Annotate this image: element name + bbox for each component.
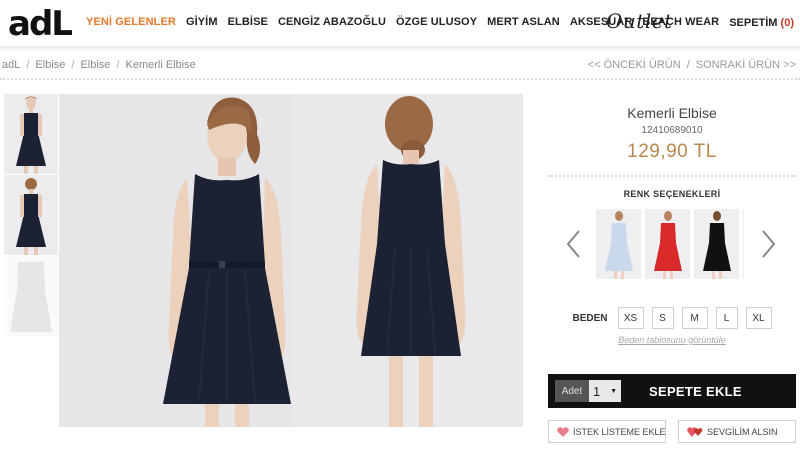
caret-down-icon: ▼ — [610, 387, 617, 395]
dress-back-image — [4, 175, 58, 255]
nav-item-yeni-gelenler[interactable]: YENİ GELENLER — [86, 16, 176, 28]
product-image-back[interactable] — [291, 94, 523, 427]
size-option-xl[interactable]: XL — [745, 307, 772, 329]
buy-bar: Adet 1 ▼ SEPETE EKLE — [548, 374, 796, 408]
color-swatch-black[interactable] — [694, 209, 739, 279]
color-carousel — [548, 209, 796, 279]
product-price: 129,90 TL — [627, 141, 717, 162]
site-logo[interactable]: adL — [8, 4, 73, 44]
cart-link[interactable]: SEPETİM (0) — [729, 17, 794, 29]
product-image-front[interactable] — [59, 94, 291, 427]
size-option-s[interactable]: S — [651, 307, 674, 329]
thumbnail-front[interactable] — [4, 94, 58, 174]
size-option-m[interactable]: M — [681, 307, 708, 329]
next-product-link[interactable]: SONRAKİ ÜRÜN >> — [696, 59, 796, 71]
model-back-image — [291, 94, 523, 427]
cart-count: (0) — [780, 17, 794, 29]
chevron-left-icon[interactable] — [564, 229, 584, 259]
quantity-select[interactable]: 1 ▼ — [589, 380, 621, 402]
thumbnail-detail[interactable] — [4, 256, 58, 336]
add-to-cart-button[interactable]: SEPETE EKLE — [649, 384, 742, 399]
heart-icon — [557, 426, 569, 437]
size-option-l[interactable]: L — [715, 307, 738, 329]
product-code: 12410689010 — [641, 125, 703, 136]
dress-front-image — [4, 94, 58, 174]
nav-item-elbise[interactable]: ELBİSE — [228, 16, 268, 28]
dress-detail-image — [4, 256, 58, 336]
double-heart-icon — [687, 426, 703, 437]
gift-label: SEVGİLİM ALSIN — [707, 426, 778, 437]
model-front-image — [59, 94, 291, 427]
thumbnail-back[interactable] — [4, 175, 58, 255]
chevron-right-icon[interactable] — [758, 229, 778, 259]
breadcrumb-item-current: Kemerli Elbise — [125, 59, 196, 71]
thumbnail-list — [4, 94, 58, 337]
product-pager: << ÖNCEKİ ÜRÜN / SONRAKİ ÜRÜN >> — [588, 59, 796, 71]
quantity-value: 1 — [593, 383, 601, 399]
nav-item-giyim[interactable]: GİYİM — [186, 16, 218, 28]
site-header: adL YENİ GELENLER GİYİM ELBİSE CENGİZ AB… — [0, 0, 800, 48]
nav-item-cengiz-abazoglu[interactable]: CENGİZ ABAZOĞLU — [278, 16, 386, 28]
breadcrumb-separator: / — [71, 59, 75, 71]
gift-button[interactable]: SEVGİLİM ALSIN — [678, 420, 796, 443]
nav-item-mert-aslan[interactable]: MERT ASLAN — [487, 16, 560, 28]
breadcrumb-item-elbise[interactable]: Elbise — [35, 59, 65, 71]
color-swatch-list — [596, 209, 744, 279]
breadcrumb: adL / Elbise / Elbise / Kemerli Elbise — [2, 59, 196, 71]
color-swatch-partial[interactable] — [743, 209, 744, 279]
nav-item-outlet[interactable]: Outlet — [606, 9, 673, 33]
add-to-wishlist-button[interactable]: İSTEK LİSTEME EKLE — [548, 420, 666, 443]
header-shadow — [0, 46, 800, 52]
breadcrumb-item-elbise-sub[interactable]: Elbise — [80, 59, 110, 71]
quantity-label: Adet — [555, 380, 589, 402]
cart-label: SEPETİM — [729, 17, 778, 29]
nav-item-ozge-ulusoy[interactable]: ÖZGE ULUSOY — [396, 16, 477, 28]
secondary-actions: İSTEK LİSTEME EKLE SEVGİLİM ALSIN — [548, 420, 796, 443]
breadcrumb-separator: / — [116, 59, 120, 71]
size-selector: BEDEN XS S M L XL — [548, 307, 796, 329]
size-label: BEDEN — [572, 312, 608, 324]
size-option-xs[interactable]: XS — [617, 307, 644, 329]
breadcrumb-separator: / — [26, 59, 30, 71]
color-options-title: RENK SEÇENEKLERİ — [623, 189, 721, 199]
breadcrumb-item-home[interactable]: adL — [2, 59, 20, 71]
color-swatch-light-blue[interactable] — [596, 209, 641, 279]
divider — [548, 175, 796, 177]
wishlist-label: İSTEK LİSTEME EKLE — [573, 426, 666, 437]
pager-separator: / — [686, 59, 690, 71]
size-chart-link[interactable]: Beden tablosunu görüntüle — [548, 335, 796, 345]
divider — [0, 78, 800, 80]
prev-product-link[interactable]: << ÖNCEKİ ÜRÜN — [588, 59, 681, 71]
color-swatch-red[interactable] — [645, 209, 690, 279]
product-info-panel: Kemerli Elbise 12410689010 129,90 TL REN… — [548, 94, 796, 443]
product-title: Kemerli Elbise — [627, 105, 717, 121]
